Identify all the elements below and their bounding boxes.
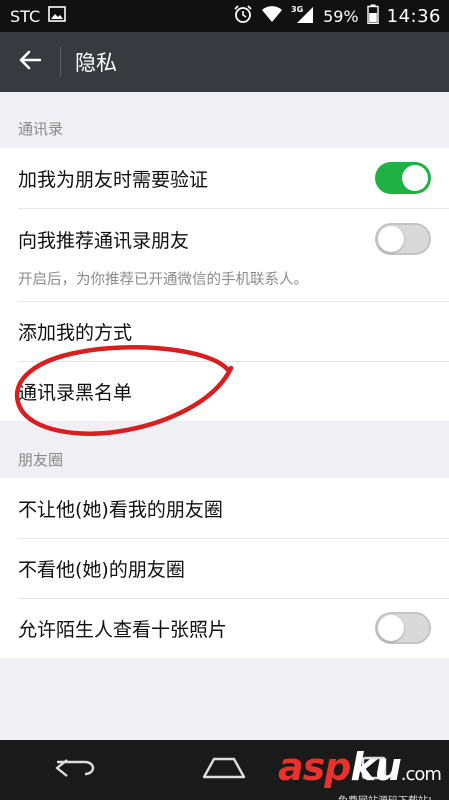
- title-bar: 隐私: [0, 32, 449, 92]
- nav-back-button[interactable]: [35, 740, 115, 800]
- setting-label: 不看他(她)的朋友圈: [18, 558, 185, 581]
- wifi-icon: [261, 5, 283, 27]
- status-bar: STC 3G 59% 14:36: [0, 0, 449, 32]
- setting-label: 向我推荐通讯录朋友: [18, 230, 190, 252]
- toggle-knob: [378, 615, 404, 641]
- setting-contacts-blacklist[interactable]: 通讯录黑名单: [0, 361, 449, 421]
- moments-settings-group: 不让他(她)看我的朋友圈 不看他(她)的朋友圈 允许陌生人查看十张照片: [0, 478, 449, 658]
- setting-stranger-photos[interactable]: 允许陌生人查看十张照片: [0, 598, 449, 658]
- setting-recommend-contacts[interactable]: 向我推荐通讯录朋友 开启后，为你推荐已开通微信的手机联系人。: [0, 208, 449, 301]
- toggle-knob: [402, 165, 428, 191]
- toggle-knob: [378, 226, 404, 252]
- verification-toggle[interactable]: [375, 162, 431, 194]
- nav-recent-icon: [357, 755, 391, 785]
- recommend-contacts-toggle[interactable]: [375, 223, 431, 255]
- setting-label: 添加我的方式: [18, 321, 133, 344]
- setting-label: 加我为朋友时需要验证: [18, 168, 209, 191]
- nav-recent-button[interactable]: [334, 740, 414, 800]
- setting-block-viewing-moments[interactable]: 不让他(她)看我的朋友圈: [0, 478, 449, 538]
- system-nav-bar: [0, 740, 449, 800]
- alarm-icon: [233, 4, 253, 28]
- page-title: 隐私: [75, 51, 117, 75]
- clock-time: 14:36: [386, 5, 441, 27]
- back-button[interactable]: [0, 32, 60, 92]
- nav-home-button[interactable]: [184, 740, 264, 800]
- setting-label: 允许陌生人查看十张照片: [18, 618, 228, 641]
- gallery-icon: [48, 6, 66, 26]
- signal-icon: 3G: [291, 4, 315, 28]
- setting-label: 不让他(她)看我的朋友圈: [18, 498, 223, 521]
- section-header-contacts: 通讯录: [18, 120, 64, 138]
- contacts-settings-group: 加我为朋友时需要验证 向我推荐通讯录朋友 开启后，为你推荐已开通微信的手机联系人…: [0, 148, 449, 421]
- stranger-photos-toggle[interactable]: [375, 612, 431, 644]
- setting-add-methods[interactable]: 添加我的方式: [0, 301, 449, 361]
- battery-icon: [366, 4, 379, 28]
- setting-label: 通讯录黑名单: [18, 381, 133, 404]
- nav-home-icon: [200, 755, 248, 785]
- section-header-moments: 朋友圈: [18, 451, 64, 469]
- carrier-label: STC: [10, 6, 41, 26]
- battery-level: 59%: [323, 6, 359, 26]
- arrow-left-icon: [19, 50, 42, 74]
- setting-description: 开启后，为你推荐已开通微信的手机联系人。: [18, 272, 308, 288]
- svg-text:3G: 3G: [291, 5, 303, 14]
- setting-require-verification[interactable]: 加我为朋友时需要验证: [0, 148, 449, 208]
- setting-hide-their-moments[interactable]: 不看他(她)的朋友圈: [0, 538, 449, 598]
- nav-back-icon: [53, 756, 97, 784]
- header-divider: [60, 47, 61, 77]
